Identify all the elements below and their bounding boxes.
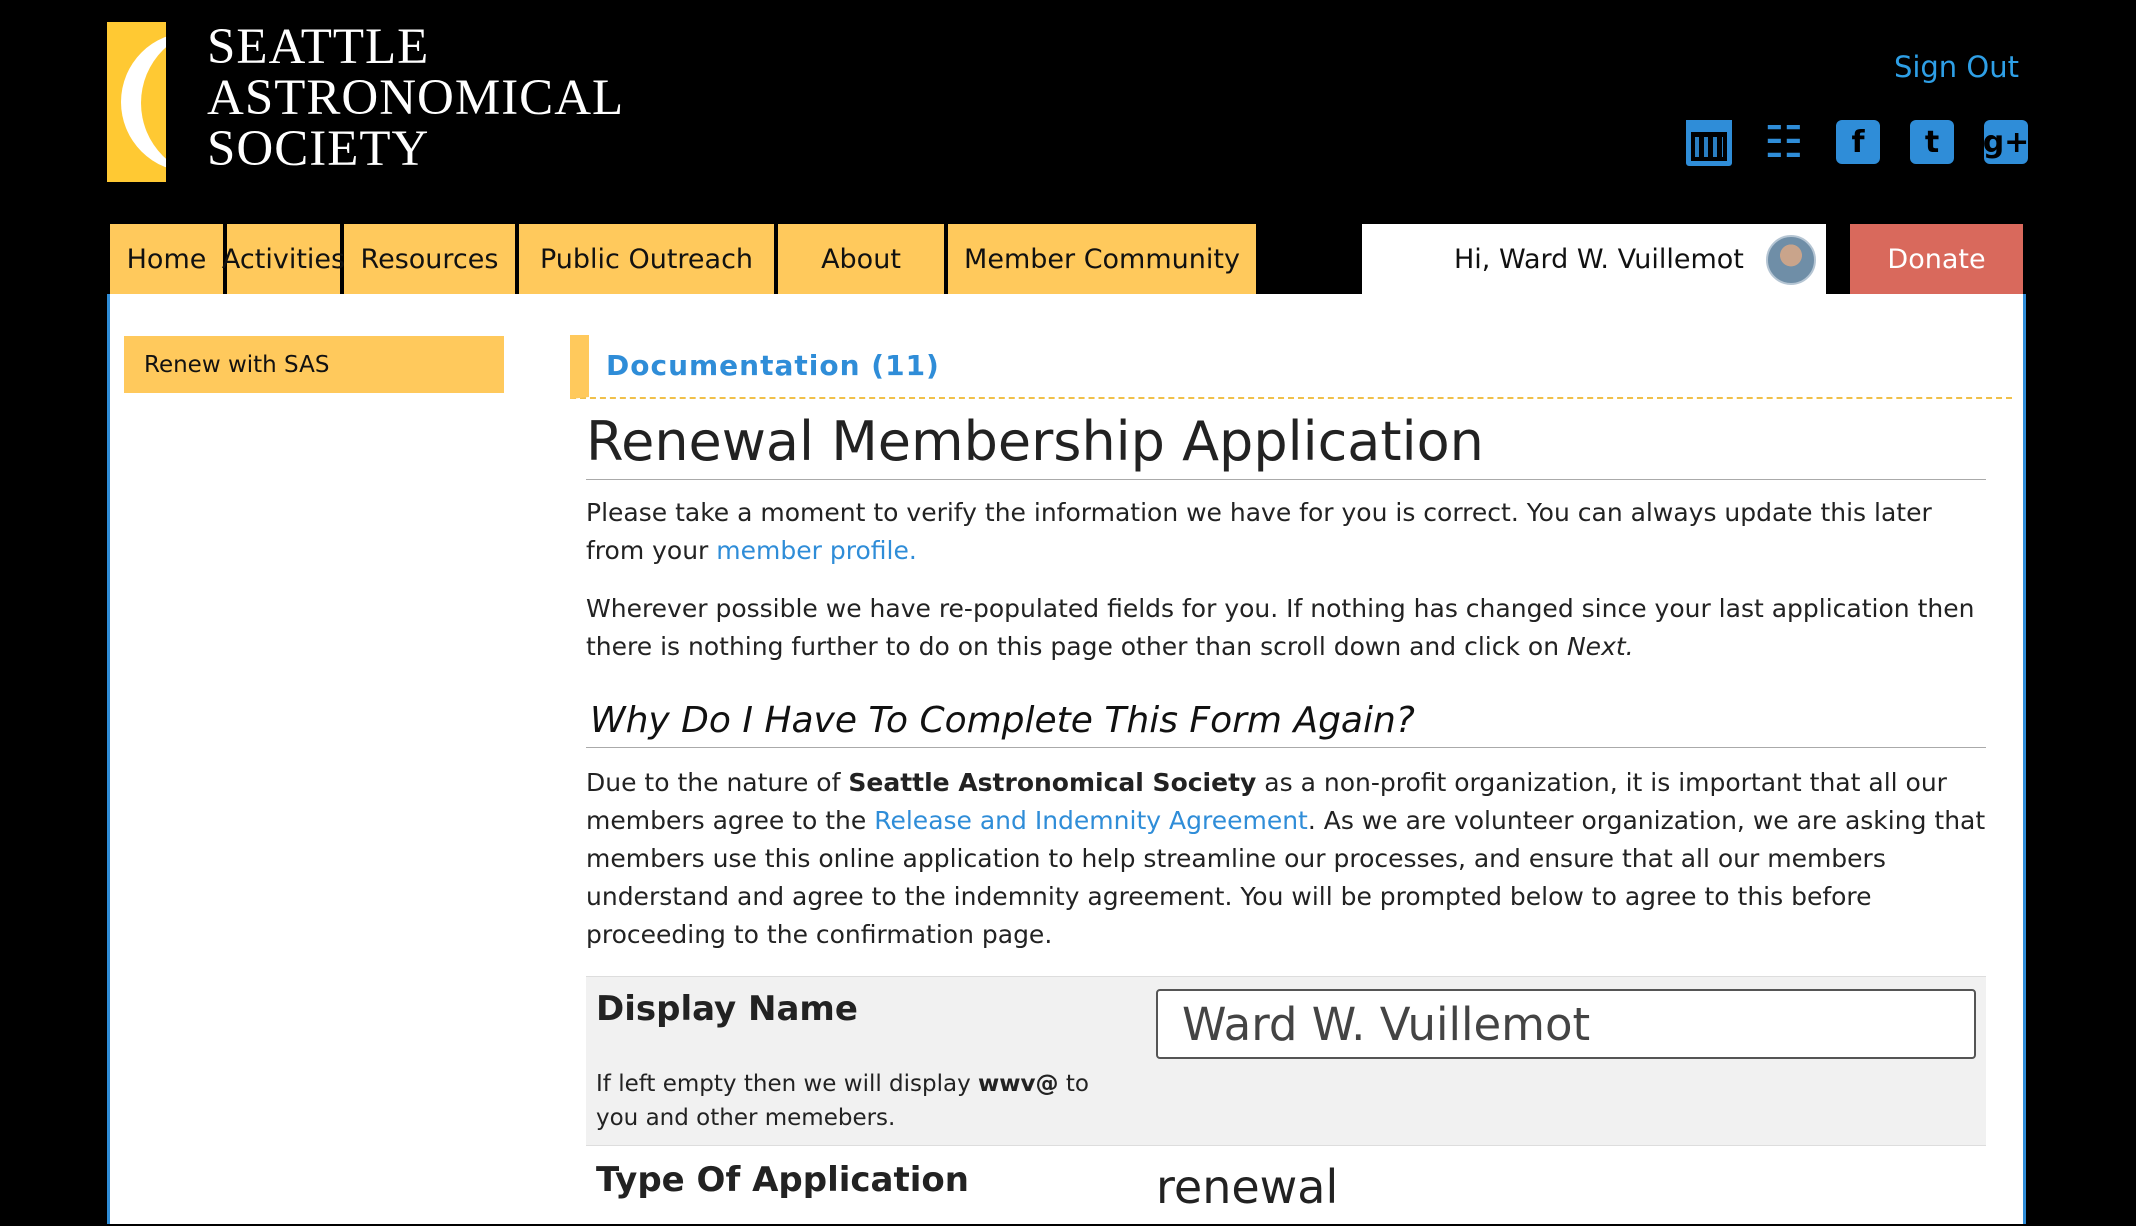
display-name-input[interactable] — [1156, 989, 1976, 1059]
release-indemnity-link[interactable]: Release and Indemnity Agreement — [874, 806, 1308, 835]
why-text: Due to the nature of — [586, 768, 849, 797]
donate-button[interactable]: Donate — [1850, 224, 2023, 294]
calendar-icon[interactable] — [1686, 120, 1732, 166]
user-handle: wwv@ — [978, 1071, 1059, 1097]
nav-member-community[interactable]: Member Community — [948, 224, 1256, 294]
logo-line: SOCIETY — [207, 121, 430, 177]
member-profile-link[interactable]: member profile. — [716, 536, 916, 565]
logo-line: ASTRONOMICAL — [207, 70, 625, 126]
application-type-row: Type Of Application renewal — [586, 1146, 1986, 1226]
next-emphasis: Next. — [1566, 632, 1634, 661]
org-name: Seattle Astronomical Society — [848, 768, 1257, 797]
why-heading: Why Do I Have To Complete This Form Agai… — [586, 700, 1986, 748]
help-text: If left empty then we will display — [596, 1071, 979, 1097]
social-links: ☷ f t g+ — [1686, 117, 2029, 168]
application-type-label: Type Of Application — [596, 1160, 969, 1200]
crescent-moon-logo-icon — [107, 22, 183, 182]
sidebar-item-renew[interactable]: Renew with SAS — [124, 336, 504, 393]
sign-out-link[interactable]: Sign Out — [1894, 50, 2019, 84]
google-plus-icon[interactable]: g+ — [1983, 120, 2029, 164]
facebook-icon[interactable]: f — [1836, 120, 1880, 164]
nav-resources[interactable]: Resources — [344, 224, 515, 294]
application-type-value: renewal — [1156, 1160, 1339, 1214]
page-title: Renewal Membership Application — [586, 410, 1986, 480]
display-name-label: Display Name — [596, 989, 858, 1029]
content-panel: Renew with SAS Documentation (11) Renewa… — [107, 294, 2026, 1224]
rss-icon[interactable]: ☷ — [1762, 117, 1806, 168]
display-name-help: If left empty then we will display wwv@ … — [596, 1067, 1136, 1135]
avatar[interactable] — [1766, 235, 1816, 285]
nav-home[interactable]: Home — [110, 224, 223, 294]
user-menu[interactable]: Hi, Ward W. Vuillemot — [1362, 224, 1826, 294]
why-paragraph: Due to the nature of Seattle Astronomica… — [586, 764, 1986, 954]
site-logo[interactable]: SEATTLE ASTRONOMICAL SOCIETY — [107, 22, 624, 182]
nav-activities[interactable]: Activities — [222, 224, 345, 294]
logo-line: SEATTLE — [207, 19, 430, 75]
logo-wordmark: SEATTLE ASTRONOMICAL SOCIETY — [207, 22, 624, 175]
intro-paragraph: Please take a moment to verify the infor… — [586, 494, 1986, 570]
documentation-bar: Documentation (11) — [570, 335, 2012, 399]
nav-about[interactable]: About — [778, 224, 944, 294]
nav-public-outreach[interactable]: Public Outreach — [519, 224, 774, 294]
main-nav: Home Activities Resources Public Outreac… — [110, 224, 1256, 294]
repopulated-paragraph: Wherever possible we have re-populated f… — [586, 590, 1986, 666]
user-greeting: Hi, Ward W. Vuillemot — [1454, 243, 1744, 275]
repopulated-text: Wherever possible we have re-populated f… — [586, 594, 1975, 661]
twitter-icon[interactable]: t — [1910, 120, 1954, 164]
main-content: Renewal Membership Application Please ta… — [586, 410, 1986, 1226]
documentation-link[interactable]: Documentation (11) — [606, 349, 940, 382]
display-name-row: Display Name If left empty then we will … — [586, 976, 1986, 1146]
